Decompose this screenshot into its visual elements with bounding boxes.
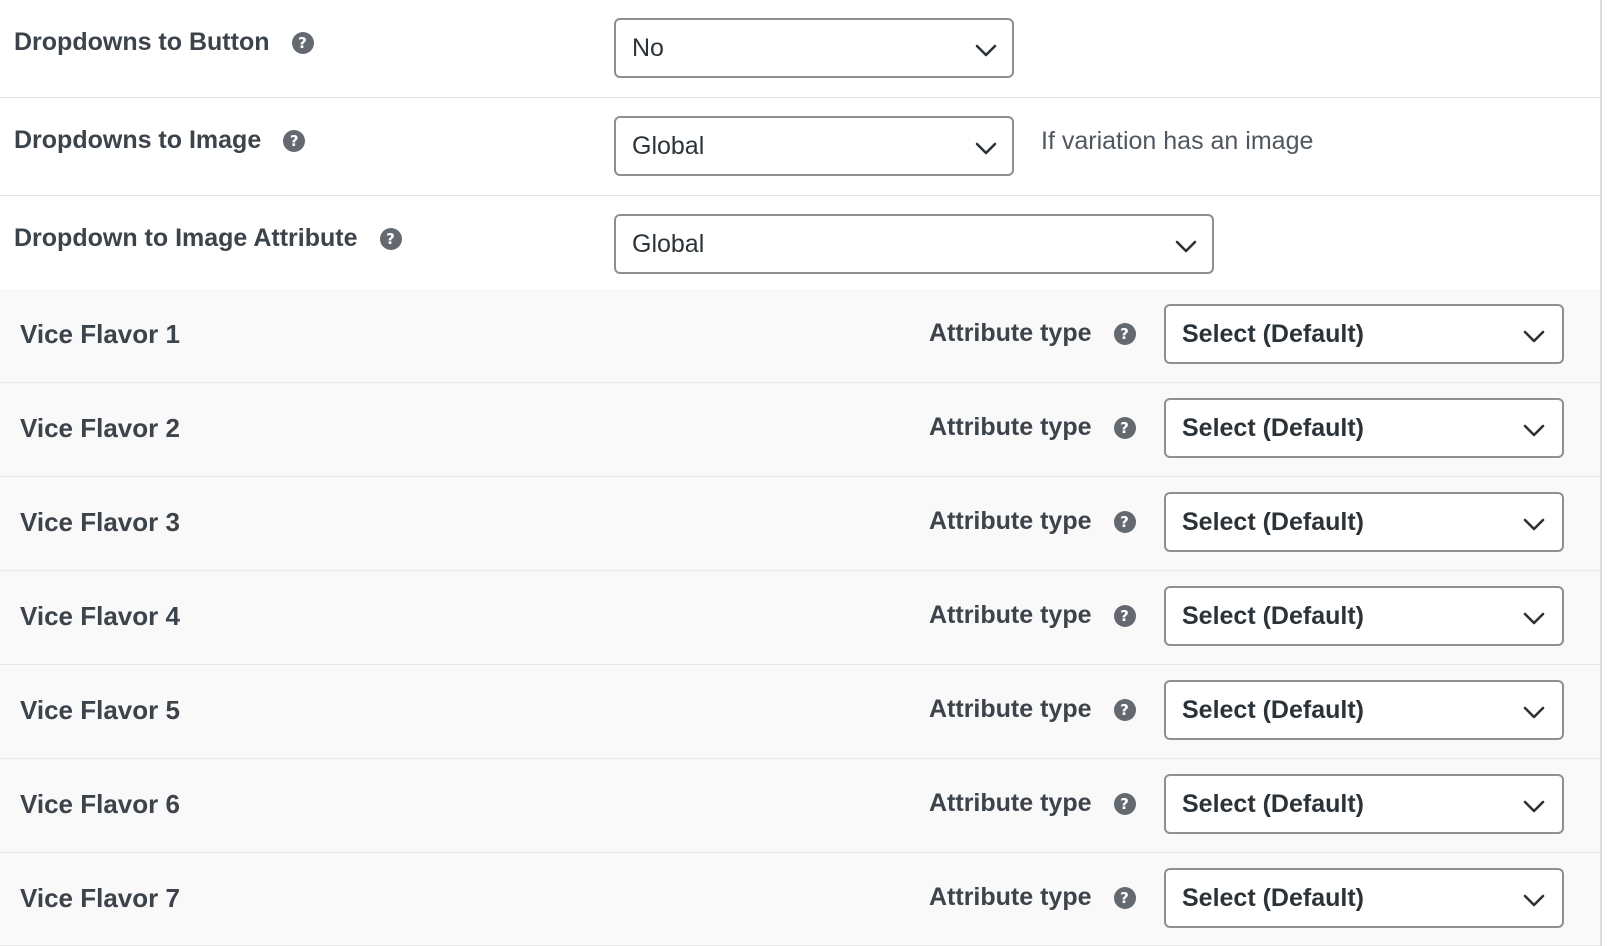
dropdowns-to-image-select[interactable]: Global bbox=[614, 116, 1014, 176]
option-row-dropdown-to-image-attribute: Dropdown to Image Attribute ? Global bbox=[0, 196, 1600, 294]
option-label-wrap: Dropdown to Image Attribute ? bbox=[14, 224, 402, 253]
select-value: Global bbox=[632, 131, 705, 160]
attribute-row: Vice Flavor 5 Attribute type ? Select (D… bbox=[0, 665, 1600, 759]
chevron-down-icon bbox=[1175, 240, 1197, 253]
attribute-type-select[interactable]: Select (Default) bbox=[1164, 586, 1564, 646]
select-value: Select (Default) bbox=[1182, 883, 1364, 912]
help-icon[interactable]: ? bbox=[1113, 792, 1136, 815]
attribute-type-label-wrap: Attribute type ? bbox=[929, 319, 1136, 348]
select-value: Select (Default) bbox=[1182, 507, 1364, 536]
attribute-row: Vice Flavor 3 Attribute type ? Select (D… bbox=[0, 477, 1600, 571]
dropdown-to-image-attribute-select[interactable]: Global bbox=[614, 214, 1214, 274]
attribute-type-select[interactable]: Select (Default) bbox=[1164, 398, 1564, 458]
attribute-row: Vice Flavor 4 Attribute type ? Select (D… bbox=[0, 571, 1600, 665]
select-value: Select (Default) bbox=[1182, 695, 1364, 724]
scrollbar-track[interactable] bbox=[1600, 0, 1614, 946]
help-icon[interactable]: ? bbox=[283, 129, 306, 152]
attribute-row: Vice Flavor 6 Attribute type ? Select (D… bbox=[0, 759, 1600, 853]
option-label-wrap: Dropdowns to Button ? bbox=[14, 28, 314, 57]
attribute-name: Vice Flavor 2 bbox=[20, 413, 180, 443]
attribute-row: Vice Flavor 7 Attribute type ? Select (D… bbox=[0, 853, 1600, 946]
attribute-type-label-wrap: Attribute type ? bbox=[929, 883, 1136, 912]
dropdowns-to-button-select[interactable]: No bbox=[614, 18, 1014, 78]
chevron-down-icon bbox=[1523, 894, 1545, 907]
chevron-down-icon bbox=[975, 44, 997, 57]
attribute-type-label-wrap: Attribute type ? bbox=[929, 413, 1136, 442]
option-label: Dropdowns to Button bbox=[14, 28, 270, 56]
attribute-type-select[interactable]: Select (Default) bbox=[1164, 304, 1564, 364]
chevron-down-icon bbox=[1523, 330, 1545, 343]
select-value: Select (Default) bbox=[1182, 319, 1364, 348]
select-value: Select (Default) bbox=[1182, 601, 1364, 630]
help-icon[interactable]: ? bbox=[379, 227, 402, 250]
chevron-down-icon bbox=[1523, 800, 1545, 813]
attribute-type-select[interactable]: Select (Default) bbox=[1164, 492, 1564, 552]
option-label: Dropdowns to Image bbox=[14, 126, 262, 154]
select-value: No bbox=[632, 33, 664, 62]
attribute-name: Vice Flavor 3 bbox=[20, 507, 180, 537]
attribute-type-select[interactable]: Select (Default) bbox=[1164, 680, 1564, 740]
help-icon[interactable]: ? bbox=[1113, 416, 1136, 439]
help-icon[interactable]: ? bbox=[291, 31, 314, 54]
attribute-type-label: Attribute type bbox=[929, 789, 1092, 817]
attribute-type-label-wrap: Attribute type ? bbox=[929, 507, 1136, 536]
option-label-wrap: Dropdowns to Image ? bbox=[14, 126, 306, 155]
chevron-down-icon bbox=[975, 142, 997, 155]
attribute-type-label-wrap: Attribute type ? bbox=[929, 695, 1136, 724]
attribute-row: Vice Flavor 1 Attribute type ? Select (D… bbox=[0, 289, 1600, 383]
attribute-type-label: Attribute type bbox=[929, 695, 1092, 723]
settings-panel: Dropdowns to Button ? No Dropdowns to Im… bbox=[0, 0, 1600, 946]
attribute-type-label: Attribute type bbox=[929, 319, 1092, 347]
attribute-name: Vice Flavor 7 bbox=[20, 883, 180, 913]
attribute-row: Vice Flavor 2 Attribute type ? Select (D… bbox=[0, 383, 1600, 477]
image-hint-text: If variation has an image bbox=[1041, 127, 1314, 155]
option-label: Dropdown to Image Attribute bbox=[14, 224, 358, 252]
attribute-name: Vice Flavor 4 bbox=[20, 601, 180, 631]
attribute-name: Vice Flavor 1 bbox=[20, 319, 180, 349]
chevron-down-icon bbox=[1523, 706, 1545, 719]
attribute-type-label: Attribute type bbox=[929, 413, 1092, 441]
chevron-down-icon bbox=[1523, 612, 1545, 625]
help-icon[interactable]: ? bbox=[1113, 510, 1136, 533]
attribute-name: Vice Flavor 5 bbox=[20, 695, 180, 725]
attribute-type-label-wrap: Attribute type ? bbox=[929, 789, 1136, 818]
attribute-type-label: Attribute type bbox=[929, 507, 1092, 535]
select-value: Select (Default) bbox=[1182, 413, 1364, 442]
option-row-dropdowns-to-button: Dropdowns to Button ? No bbox=[0, 0, 1600, 98]
help-icon[interactable]: ? bbox=[1113, 886, 1136, 909]
help-icon[interactable]: ? bbox=[1113, 322, 1136, 345]
select-value: Global bbox=[632, 229, 705, 258]
option-row-dropdowns-to-image: Dropdowns to Image ? Global bbox=[0, 98, 1600, 196]
chevron-down-icon bbox=[1523, 518, 1545, 531]
select-value: Select (Default) bbox=[1182, 789, 1364, 818]
attribute-type-label: Attribute type bbox=[929, 601, 1092, 629]
attribute-type-label-wrap: Attribute type ? bbox=[929, 601, 1136, 630]
attribute-type-select[interactable]: Select (Default) bbox=[1164, 868, 1564, 928]
chevron-down-icon bbox=[1523, 424, 1545, 437]
attribute-name: Vice Flavor 6 bbox=[20, 789, 180, 819]
help-icon[interactable]: ? bbox=[1113, 604, 1136, 627]
help-icon[interactable]: ? bbox=[1113, 698, 1136, 721]
attribute-type-select[interactable]: Select (Default) bbox=[1164, 774, 1564, 834]
attribute-type-label: Attribute type bbox=[929, 883, 1092, 911]
